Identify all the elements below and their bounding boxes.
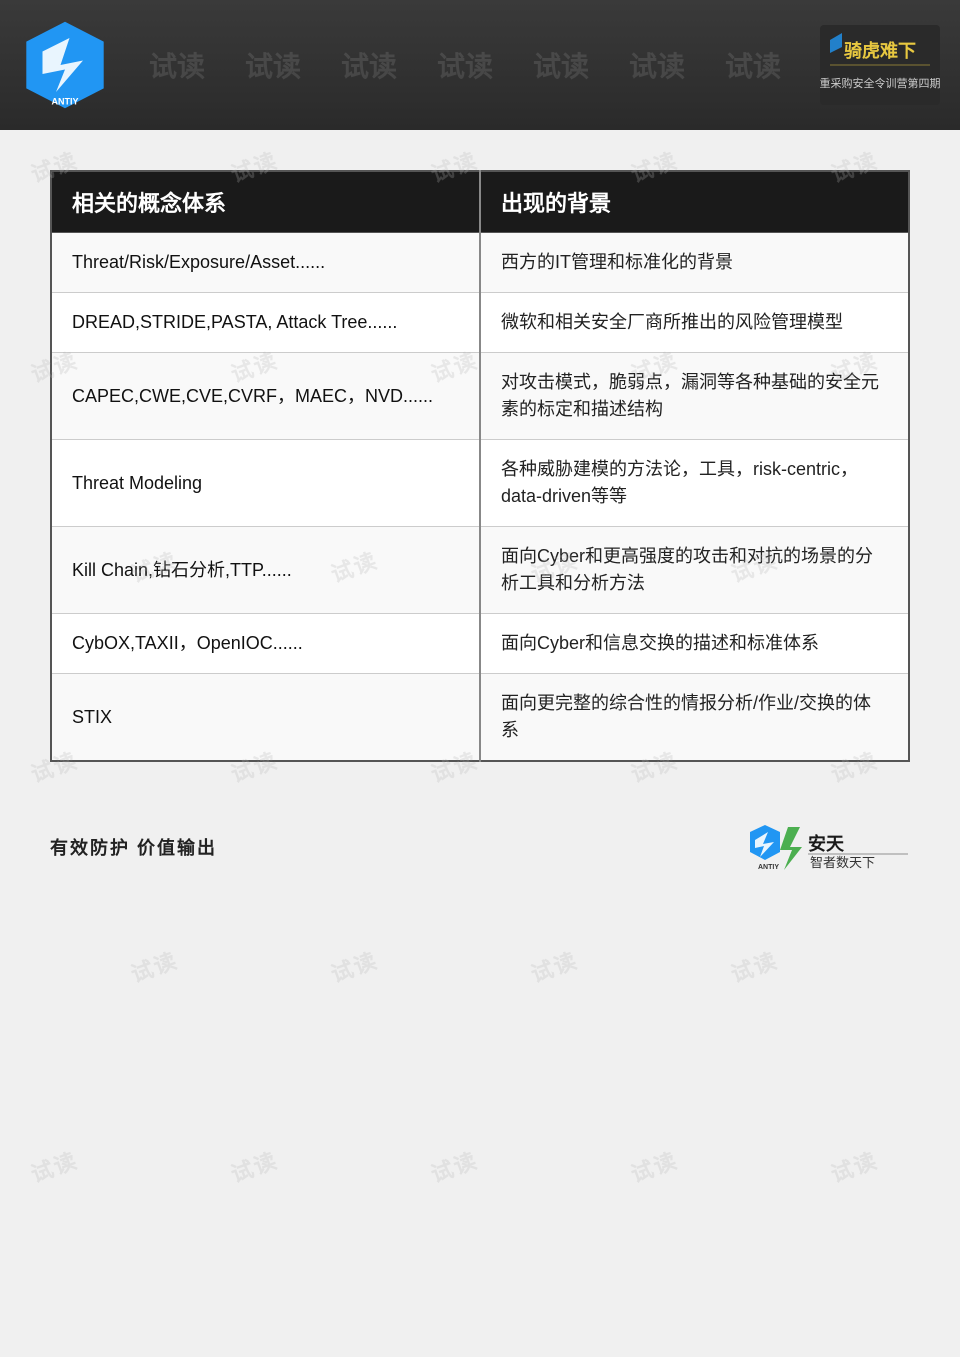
table-cell-right-2: 对攻击模式，脆弱点，漏洞等各种基础的安全元素的标定和描述结构 <box>480 353 909 440</box>
watermark-19: 试读 <box>126 943 182 989</box>
header-watermarks: 试读 试读 试读 试读 试读 试读 试读 <box>110 45 820 85</box>
table-cell-right-6: 面向更完整的综合性的情报分析/作业/交换的体系 <box>480 674 909 762</box>
concept-table: 相关的概念体系 出现的背景 Threat/Risk/Exposure/Asset… <box>50 170 910 762</box>
table-cell-left-6: STIX <box>51 674 480 762</box>
table-cell-right-0: 西方的IT管理和标准化的背景 <box>480 233 909 293</box>
table-cell-left-4: Kill Chain,钻石分析,TTP...... <box>51 527 480 614</box>
watermark-21: 试读 <box>526 943 582 989</box>
header-wm-3: 试读 <box>341 45 397 85</box>
main-content: 相关的概念体系 出现的背景 Threat/Risk/Exposure/Asset… <box>0 130 960 792</box>
table-cell-left-3: Threat Modeling <box>51 440 480 527</box>
table-cell-left-5: CybOX,TAXII，OpenIOC...... <box>51 614 480 674</box>
watermark-26: 试读 <box>626 1143 682 1189</box>
watermark-22: 试读 <box>726 943 782 989</box>
svg-text:安天: 安天 <box>808 833 845 854</box>
table-cell-right-1: 微软和相关安全厂商所推出的风险管理模型 <box>480 293 909 353</box>
header-right-logo: 骑虎难下 重采购安全令训营第四期 <box>820 25 940 105</box>
watermark-27: 试读 <box>826 1143 882 1189</box>
table-row: Kill Chain,钻石分析,TTP......面向Cyber和更高强度的攻击… <box>51 527 909 614</box>
table-row: DREAD,STRIDE,PASTA, Attack Tree......微软和… <box>51 293 909 353</box>
table-cell-right-3: 各种威胁建模的方法论，工具，risk-centric，data-driven等等 <box>480 440 909 527</box>
table-row: CybOX,TAXII，OpenIOC......面向Cyber和信息交换的描述… <box>51 614 909 674</box>
header-wm-4: 试读 <box>437 45 493 85</box>
footer-logo: ANTIY 安天 智者数天下 <box>750 822 910 872</box>
svg-text:智者数天下: 智者数天下 <box>810 855 875 870</box>
table-row: CAPEC,CWE,CVE,CVRF，MAEC，NVD......对攻击模式，脆… <box>51 353 909 440</box>
table-cell-left-1: DREAD,STRIDE,PASTA, Attack Tree...... <box>51 293 480 353</box>
svg-text:重采购安全令训营第四期: 重采购安全令训营第四期 <box>820 76 940 90</box>
watermark-20: 试读 <box>326 943 382 989</box>
table-row: Threat Modeling各种威胁建模的方法论，工具，risk-centri… <box>51 440 909 527</box>
antiy-logo: ANTIY <box>20 20 110 110</box>
table-header-left: 相关的概念体系 <box>51 171 480 233</box>
footer: 有效防护 价值输出 ANTIY 安天 智者数天下 <box>0 792 960 892</box>
table-cell-right-4: 面向Cyber和更高强度的攻击和对抗的场景的分析工具和分析方法 <box>480 527 909 614</box>
header-wm-1: 试读 <box>149 45 205 85</box>
watermark-23: 试读 <box>26 1143 82 1189</box>
table-cell-right-5: 面向Cyber和信息交换的描述和标准体系 <box>480 614 909 674</box>
header: ANTIY 试读 试读 试读 试读 试读 试读 试读 骑虎难下 重采购安全令训营… <box>0 0 960 130</box>
header-wm-2: 试读 <box>245 45 301 85</box>
watermark-24: 试读 <box>226 1143 282 1189</box>
header-wm-6: 试读 <box>629 45 685 85</box>
table-row: Threat/Risk/Exposure/Asset......西方的IT管理和… <box>51 233 909 293</box>
svg-text:ANTIY: ANTIY <box>52 97 79 107</box>
footer-slogan: 有效防护 价值输出 <box>50 834 217 860</box>
watermark-25: 试读 <box>426 1143 482 1189</box>
header-wm-7: 试读 <box>725 45 781 85</box>
table-cell-left-0: Threat/Risk/Exposure/Asset...... <box>51 233 480 293</box>
table-cell-left-2: CAPEC,CWE,CVE,CVRF，MAEC，NVD...... <box>51 353 480 440</box>
table-row: STIX面向更完整的综合性的情报分析/作业/交换的体系 <box>51 674 909 762</box>
svg-text:骑虎难下: 骑虎难下 <box>844 40 916 61</box>
header-wm-5: 试读 <box>533 45 589 85</box>
svg-text:ANTIY: ANTIY <box>758 864 779 871</box>
table-header-right: 出现的背景 <box>480 171 909 233</box>
